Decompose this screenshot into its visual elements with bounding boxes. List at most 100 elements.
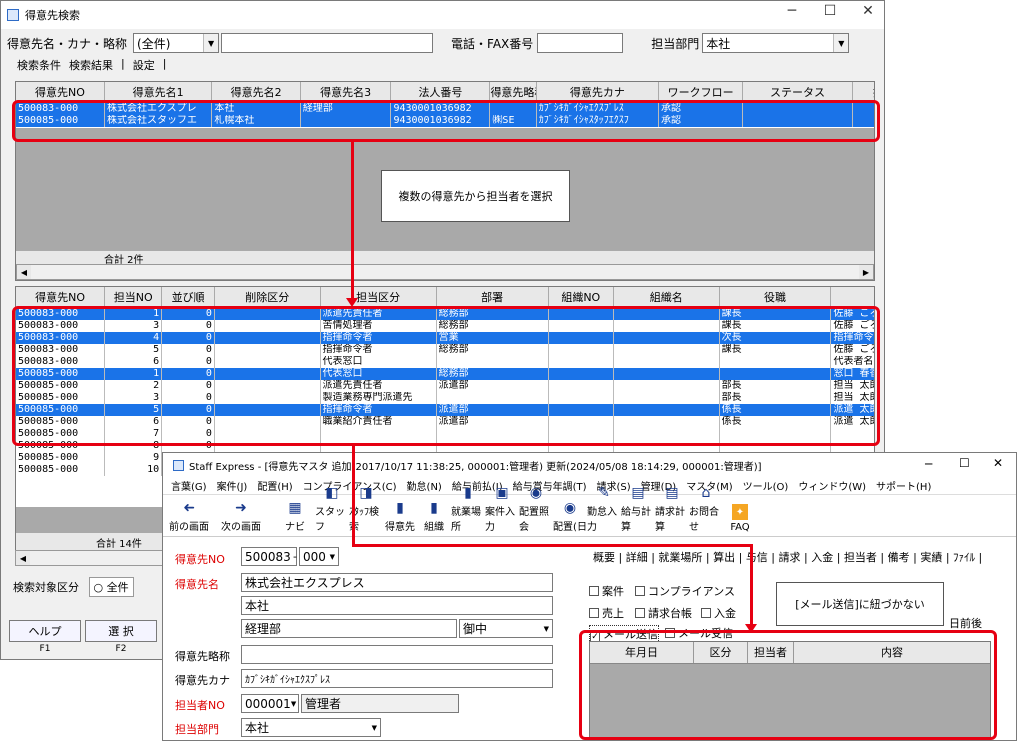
customer-name1-input[interactable]: 株式会社エクスプレス bbox=[241, 573, 553, 592]
column-header[interactable]: 得意先略称 bbox=[489, 82, 537, 103]
customer-sub-select[interactable]: 000 ▼ bbox=[299, 547, 339, 566]
detail-tab[interactable]: 概要 bbox=[593, 551, 615, 564]
toolbar-button[interactable]: ✦ FAQ bbox=[723, 494, 757, 536]
check-billing-ledger[interactable]: 請求台帳 bbox=[635, 605, 692, 621]
column-header[interactable] bbox=[830, 287, 874, 308]
dept-select[interactable]: 本社 ▼ bbox=[241, 718, 381, 737]
maximize-button[interactable]: ☐ bbox=[815, 3, 845, 19]
toolbar-button[interactable]: ◉ 配置(日 bbox=[553, 494, 587, 536]
check-case[interactable]: 案件 bbox=[589, 583, 624, 599]
check-mail-receive[interactable]: メール受信 bbox=[665, 625, 733, 641]
detail-tab[interactable]: 担当者 bbox=[844, 551, 877, 564]
minimize-button[interactable]: ─ bbox=[777, 3, 807, 19]
menu-item[interactable]: 案件(J) bbox=[217, 478, 248, 493]
column-header[interactable]: 組織NO bbox=[548, 287, 615, 308]
column-header[interactable]: 得意先名3 bbox=[300, 82, 392, 103]
toolbar-button[interactable]: ⌂ お問合せ bbox=[689, 485, 723, 536]
column-header[interactable]: 法人番号 bbox=[390, 82, 491, 103]
name-filter-select[interactable]: (全件) ▼ bbox=[133, 33, 220, 53]
menu-item[interactable]: ツール(O) bbox=[743, 478, 789, 493]
table-row[interactable]: 500085-000 株式会社スタッフエ 札幌本社 9430001036982 ㈱SE ｶ… bbox=[16, 114, 874, 127]
detail-tab[interactable]: 備考 bbox=[888, 551, 910, 564]
column-header[interactable]: 担当NO bbox=[104, 287, 163, 308]
customer-name2-input[interactable]: 本社 bbox=[241, 596, 553, 615]
check-compliance[interactable]: コンプライアンス bbox=[635, 583, 735, 599]
menu-item[interactable]: 言葉(G) bbox=[171, 478, 207, 493]
short-name-input[interactable] bbox=[241, 645, 553, 664]
tab-settings[interactable]: 設定 bbox=[131, 57, 157, 73]
toolbar-button[interactable]: ▮ 得意先 bbox=[383, 494, 417, 536]
toolbar-button[interactable]: ▤ 請求計算 bbox=[655, 485, 689, 536]
table-row[interactable]: 500085-000 7 0 bbox=[16, 427, 874, 440]
toolbar-button[interactable]: ▤ 給与計算 bbox=[621, 485, 655, 536]
detail-tab[interactable]: ﾌｧｲﾙ bbox=[953, 551, 975, 564]
table-row[interactable]: 500083-00040 指揮命令者営業 次長指揮命令 ご bbox=[16, 331, 874, 344]
detail-tab[interactable]: 請求 bbox=[779, 551, 801, 564]
toolbar-button[interactable]: ➜ 前の画面 bbox=[163, 494, 215, 536]
menu-item[interactable]: 給与賞与年調(T) bbox=[513, 478, 587, 493]
column-header[interactable]: 得意先名2 bbox=[211, 82, 301, 103]
column-header[interactable]: 役職 bbox=[719, 287, 832, 308]
menu-item[interactable]: サポート(H) bbox=[876, 478, 931, 493]
table-row[interactable]: 500085-000 1 0 代表窓口 総務部 窓口 春香 bbox=[16, 367, 874, 380]
maximize-button[interactable]: ☐ bbox=[959, 456, 970, 470]
toolbar-button[interactable]: ▮ 就業場所 bbox=[451, 485, 485, 536]
phone-input[interactable] bbox=[537, 33, 624, 53]
toolbar-button[interactable]: ✎ 勤怠入力 bbox=[587, 485, 621, 536]
menu-item[interactable]: コンプライアンス(C) bbox=[303, 478, 397, 493]
table-row[interactable]: 500083-00050 指揮命令者総務部 課長佐藤 ごろう bbox=[16, 343, 874, 356]
tab-search-results[interactable]: 検索結果 bbox=[67, 57, 115, 73]
toolbar-button[interactable]: ◧ スタッフ bbox=[315, 485, 349, 536]
scroll-left-icon[interactable]: ◀ bbox=[16, 551, 30, 565]
column-header[interactable]: 削除区分 bbox=[214, 287, 321, 308]
menu-item[interactable]: ウィンドウ(W) bbox=[798, 478, 866, 493]
column-header[interactable]: 並び順 bbox=[161, 287, 215, 308]
toolbar-button[interactable]: ▣ 案件入力 bbox=[485, 485, 519, 536]
column-header[interactable]: 得意先NO bbox=[16, 287, 106, 308]
table-row[interactable]: 500083-000 6 0 代表窓口 代表者名 bbox=[16, 355, 874, 368]
toolbar-button[interactable]: ▦ ナビ bbox=[275, 494, 315, 536]
toolbar-button[interactable]: ▮ 組織 bbox=[417, 494, 451, 536]
menu-item[interactable]: 配置(H) bbox=[257, 478, 292, 493]
dept-select[interactable]: 本社 ▼ bbox=[702, 33, 850, 53]
kana-input[interactable]: ｶﾌﾞｼｷｶﾞｲｼｬｴｸｽﾌﾟﾚｽ bbox=[241, 669, 553, 688]
scroll-left-icon[interactable]: ◀ bbox=[17, 265, 31, 279]
column-header[interactable]: 担当 bbox=[852, 82, 874, 103]
scroll-right-icon[interactable]: ▶ bbox=[859, 265, 873, 279]
search-target-radio[interactable]: ○ 全件 bbox=[88, 577, 134, 597]
table-row[interactable]: 500083-00030 苦情処理者総務部 課長佐藤 ごろう bbox=[16, 319, 874, 332]
honorific-select[interactable]: 御中 ▼ bbox=[459, 619, 553, 638]
table-row[interactable]: 500083-00010 派遣先責任者総務部 課長佐藤 ごろう bbox=[16, 307, 874, 320]
horizontal-scrollbar[interactable]: ◀ ▶ bbox=[16, 264, 874, 280]
column-header[interactable]: 部署 bbox=[436, 287, 549, 308]
minimize-button[interactable]: ─ bbox=[925, 457, 932, 471]
close-button[interactable]: ✕ bbox=[993, 456, 1003, 470]
detail-tab[interactable]: 入金 bbox=[811, 551, 833, 564]
check-payment[interactable]: 入金 bbox=[701, 605, 736, 621]
check-sales[interactable]: 売上 bbox=[589, 605, 624, 621]
detail-tab[interactable]: 実績 bbox=[920, 551, 942, 564]
name-search-input[interactable] bbox=[221, 33, 434, 53]
table-row[interactable]: 500085-000 2 0 派遣先責任者 派遣部 部長 担当 太郎 bbox=[16, 379, 874, 392]
table-row[interactable]: 500085-000 8 0 bbox=[16, 439, 874, 452]
staff-no-select[interactable]: 000001 ▼ bbox=[241, 694, 299, 713]
detail-tab[interactable]: 算出 bbox=[713, 551, 735, 564]
select-button[interactable]: 選 択 bbox=[85, 620, 157, 642]
detail-tab[interactable]: 詳細 bbox=[626, 551, 648, 564]
toolbar-button[interactable]: ➜ 次の画面 bbox=[215, 494, 267, 536]
customer-no-input[interactable]: 500083 bbox=[241, 547, 297, 566]
toolbar-button[interactable]: ◉ 配置照会 bbox=[519, 485, 553, 536]
close-button[interactable]: ✕ bbox=[853, 3, 883, 19]
column-header[interactable]: ステータス bbox=[742, 82, 853, 103]
column-header[interactable]: ワークフロー bbox=[658, 82, 744, 103]
tab-search-conditions[interactable]: 検索条件 bbox=[15, 57, 63, 73]
customer-name3-input[interactable]: 経理部 bbox=[241, 619, 457, 638]
help-button[interactable]: ヘルプ bbox=[9, 620, 81, 642]
column-header[interactable]: 組織名 bbox=[613, 287, 720, 308]
table-row[interactable]: 500085-000 5 0 指揮命令者 派遣部 係長 派遣 太郎 bbox=[16, 403, 874, 416]
menu-item[interactable]: 勤怠(N) bbox=[407, 478, 442, 493]
table-row[interactable]: 500085-000 6 0 職業紹介責任者 派遣部 係長 派遣 太郎 bbox=[16, 415, 874, 428]
table-row[interactable]: 500083-000 株式会社エクスプレ 本社 経理部 9430001036982 ｶﾌﾞ… bbox=[16, 102, 874, 115]
column-header[interactable]: 担当区分 bbox=[320, 287, 437, 308]
column-header[interactable]: 得意先カナ bbox=[536, 82, 659, 103]
